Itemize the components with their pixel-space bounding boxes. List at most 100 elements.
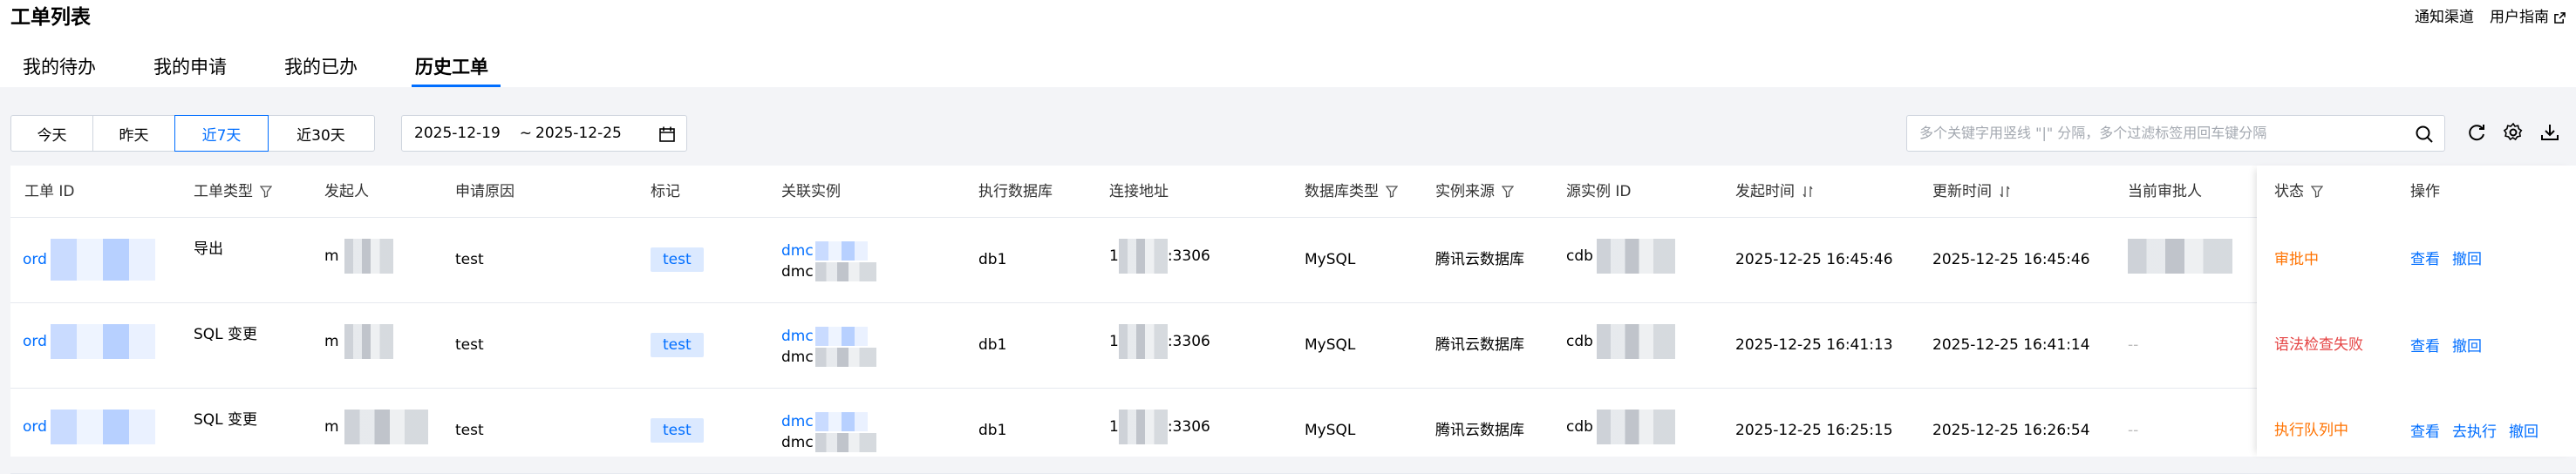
page-title: 工单列表 — [10, 6, 91, 29]
row-actions: 查看 撤回 — [2410, 249, 2482, 270]
table-tools — [2466, 122, 2560, 143]
instance-link[interactable]: dmc — [781, 242, 814, 260]
redacted-block — [2128, 239, 2232, 274]
tag-cell: test — [651, 247, 704, 272]
table-row[interactable]: ord SQL 变更 m test test dmc dmc db1 1:330… — [10, 389, 2576, 474]
redacted-block — [814, 327, 868, 346]
filter-icon[interactable] — [1502, 186, 1514, 198]
search-input[interactable] — [1919, 116, 2408, 149]
address-cell: 1:3306 — [1109, 324, 1210, 359]
row-actions: 查看 去执行 撤回 — [2410, 422, 2539, 443]
withdraw-button[interactable]: 撤回 — [2452, 249, 2482, 270]
redacted-block — [50, 324, 155, 359]
source-id-text: cdb — [1566, 418, 1593, 436]
address-port: :3306 — [1167, 418, 1210, 436]
updated-cell: 2025-12-25 16:45:46 — [1932, 251, 2090, 268]
ticket-id-cell[interactable]: ord — [23, 324, 155, 359]
ticket-table: 工单 ID 工单类型 发起人 申请原因 标记 关联实例 执行数据库 连接地址 数… — [10, 166, 2576, 474]
redacted-block — [814, 241, 868, 261]
range-today-button[interactable]: 今天 — [11, 116, 93, 151]
notification-channel-link[interactable]: 通知渠道 — [2415, 2, 2474, 33]
table-row[interactable]: ord SQL 变更 m test test dmc dmc db1 1:330… — [10, 303, 2576, 389]
tab-my-requests[interactable]: 我的申请 — [153, 52, 227, 82]
address-cell: 1:3306 — [1109, 410, 1210, 444]
tag-cell: test — [651, 418, 704, 443]
col-tag: 标记 — [651, 166, 680, 218]
initiator-cell: m — [324, 410, 428, 444]
range-30days-button[interactable]: 近30天 — [268, 116, 374, 151]
instance-cell: dmc dmc — [781, 326, 876, 368]
redacted-block — [814, 433, 876, 452]
view-button[interactable]: 查看 — [2410, 336, 2440, 357]
view-button[interactable]: 查看 — [2410, 249, 2440, 270]
search-icon[interactable] — [2415, 125, 2434, 144]
address-cell: 1 :3306 — [1109, 239, 1210, 274]
reason-cell: test — [455, 336, 484, 354]
col-created-label: 发起时间 — [1735, 183, 1795, 200]
filter-icon[interactable] — [2311, 186, 2323, 198]
status-badge: 执行队列中 — [2274, 422, 2348, 439]
table-row[interactable]: ord 导出 m test test dmc dmc db1 1:3306 My… — [10, 218, 2576, 303]
tab-my-todo[interactable]: 我的待办 — [23, 52, 96, 82]
updated-cell: 2025-12-25 16:41:14 — [1932, 336, 2090, 354]
redacted-block — [814, 348, 876, 367]
col-initiator: 发起人 — [324, 166, 369, 218]
created-cell: 2025-12-25 16:41:13 — [1735, 336, 1893, 354]
redacted-block — [1118, 410, 1168, 444]
execute-button[interactable]: 去执行 — [2452, 422, 2497, 443]
tag-badge: test — [651, 247, 704, 272]
user-guide-link[interactable]: 用户指南 — [2490, 2, 2566, 33]
address-port: :3306 — [1167, 247, 1210, 265]
filter-bar: 今天 昨天 近7天 近30天 2025-12-19 ~ 2025-12-25 — [10, 115, 687, 152]
instance-secondary: dmc — [781, 349, 814, 366]
redacted-block — [344, 239, 393, 274]
instance-secondary: dmc — [781, 263, 814, 281]
range-7days-button[interactable]: 近7天 — [174, 115, 269, 152]
source-cell: 腾讯云数据库 — [1435, 336, 1524, 354]
col-address: 连接地址 — [1109, 166, 1169, 218]
range-yesterday-button[interactable]: 昨天 — [93, 116, 175, 151]
settings-gear-icon[interactable] — [2503, 122, 2524, 143]
filter-icon[interactable] — [260, 186, 272, 198]
view-button[interactable]: 查看 — [2410, 422, 2440, 443]
instance-link[interactable]: dmc — [781, 413, 814, 430]
db-type-cell: MySQL — [1305, 422, 1356, 439]
tab-my-done[interactable]: 我的已办 — [284, 52, 358, 82]
col-address-label: 连接地址 — [1109, 183, 1169, 200]
ticket-id-link[interactable]: ord — [23, 418, 47, 436]
tab-history[interactable]: 历史工单 — [412, 52, 501, 87]
withdraw-button[interactable]: 撤回 — [2452, 336, 2482, 357]
instance-cell: dmc dmc — [781, 411, 876, 453]
col-initiator-label: 发起人 — [324, 183, 369, 200]
tag-cell: test — [651, 333, 704, 357]
initiator-text: m — [324, 247, 339, 265]
ticket-id-link[interactable]: ord — [23, 333, 47, 350]
date-range-picker[interactable]: 2025-12-19 ~ 2025-12-25 — [401, 115, 687, 152]
instance-cell: dmc dmc — [781, 240, 876, 282]
status-badge: 语法检查失败 — [2274, 336, 2363, 354]
ticket-id-cell[interactable]: ord — [23, 239, 155, 281]
sort-icon[interactable] — [1802, 186, 1814, 198]
col-ticket-id-label: 工单 ID — [24, 183, 75, 200]
col-updated-label: 更新时间 — [1932, 183, 1992, 200]
ticket-id-link[interactable]: ord — [23, 251, 47, 268]
tag-badge: test — [651, 333, 704, 357]
col-actions-label: 操作 — [2410, 183, 2440, 200]
instance-link[interactable]: dmc — [781, 328, 814, 345]
sort-icon[interactable] — [1999, 186, 2011, 198]
initiator-text: m — [324, 333, 339, 350]
refresh-icon[interactable] — [2466, 122, 2487, 143]
redacted-block — [1596, 324, 1675, 359]
ticket-type-cell: 导出 — [194, 240, 223, 258]
withdraw-button[interactable]: 撤回 — [2509, 422, 2539, 443]
col-created: 发起时间 — [1735, 166, 1814, 218]
filter-icon[interactable] — [1386, 186, 1398, 198]
address-prefix: 1 — [1109, 333, 1119, 350]
address-prefix: 1 — [1109, 247, 1119, 265]
reason-cell: test — [455, 422, 484, 439]
created-cell: 2025-12-25 16:45:46 — [1735, 251, 1893, 268]
redacted-block — [344, 410, 428, 444]
download-icon[interactable] — [2539, 122, 2560, 143]
ticket-id-cell[interactable]: ord — [23, 410, 155, 444]
col-tag-label: 标记 — [651, 183, 680, 200]
